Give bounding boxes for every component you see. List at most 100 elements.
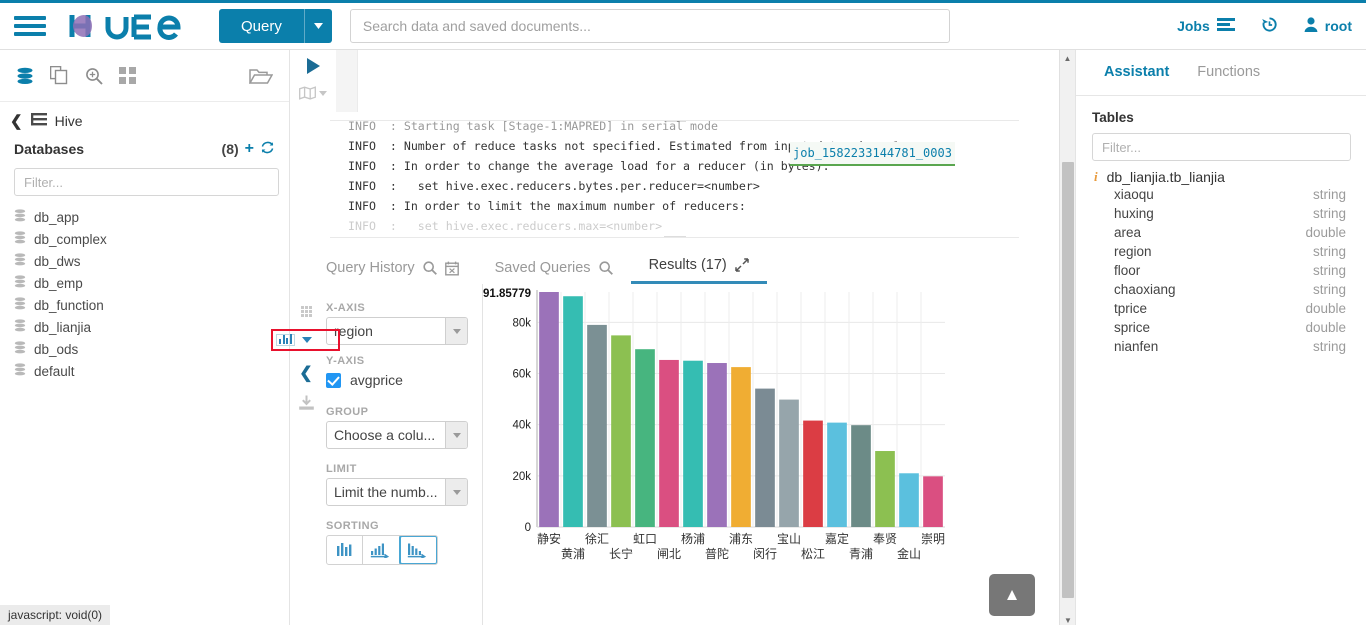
scroll-down-arrow-icon[interactable]: ▼ bbox=[1060, 612, 1076, 625]
column-row[interactable]: floor string bbox=[1092, 261, 1350, 280]
tab-results-label: Results (17) bbox=[648, 257, 727, 273]
log-resize-handle-bottom[interactable] bbox=[663, 236, 686, 237]
editor-vertical-scrollbar[interactable]: ▲ ▼ bbox=[1059, 50, 1075, 625]
collapse-left-icon[interactable]: ❮ bbox=[10, 112, 23, 130]
limit-value: Limit the numb... bbox=[334, 484, 438, 500]
database-icon[interactable] bbox=[16, 67, 34, 85]
svg-text:徐汇: 徐汇 bbox=[585, 531, 609, 546]
tab-query-history[interactable]: Query History bbox=[308, 260, 477, 284]
column-name: huxing bbox=[1114, 206, 1154, 221]
sort-ascending-icon[interactable] bbox=[363, 536, 400, 564]
query-button[interactable]: Query bbox=[219, 9, 304, 43]
database-filter-input[interactable] bbox=[14, 168, 279, 196]
x-axis-select[interactable]: region bbox=[326, 317, 468, 345]
column-name: region bbox=[1114, 244, 1152, 259]
jobs-link[interactable]: Jobs bbox=[1177, 17, 1235, 35]
jobs-label: Jobs bbox=[1177, 18, 1210, 34]
query-log-output[interactable]: INFO : Starting task [Stage-1:MAPRED] in… bbox=[330, 120, 1019, 238]
database-item[interactable]: db_ods bbox=[0, 338, 289, 360]
hue-logo[interactable] bbox=[64, 9, 189, 43]
documents-icon[interactable] bbox=[50, 66, 69, 85]
tab-results[interactable]: Results (17) bbox=[630, 257, 767, 284]
tables-filter-input[interactable] bbox=[1092, 133, 1351, 161]
query-button-group[interactable]: Query bbox=[219, 9, 332, 43]
column-row[interactable]: tprice double bbox=[1092, 299, 1350, 318]
column-row[interactable]: area double bbox=[1092, 223, 1350, 242]
search-zoom-icon[interactable] bbox=[85, 67, 103, 85]
database-item[interactable]: default bbox=[0, 360, 289, 382]
sorting-label: SORTING bbox=[326, 520, 379, 532]
add-database-icon[interactable]: + bbox=[245, 140, 254, 158]
svg-text:普陀: 普陀 bbox=[705, 546, 729, 561]
download-icon[interactable] bbox=[298, 395, 315, 414]
database-item[interactable]: db_complex bbox=[0, 228, 289, 250]
editor-center-pane: INFO : Starting task [Stage-1:MAPRED] in… bbox=[271, 50, 1059, 625]
column-row[interactable]: region string bbox=[1092, 242, 1350, 261]
sort-descending-icon[interactable] bbox=[398, 536, 437, 564]
calendar-clear-icon[interactable] bbox=[444, 261, 459, 276]
svg-text:奉贤: 奉贤 bbox=[873, 532, 897, 546]
column-row[interactable]: nianfen string bbox=[1092, 337, 1350, 356]
hamburger-menu-icon[interactable] bbox=[14, 14, 46, 38]
chevron-down-icon[interactable] bbox=[445, 318, 467, 344]
database-item[interactable]: db_lianjia bbox=[0, 316, 289, 338]
sort-none-icon[interactable] bbox=[327, 536, 364, 564]
search-icon[interactable] bbox=[598, 261, 613, 275]
open-folder-icon[interactable] bbox=[249, 66, 273, 86]
database-item-icon bbox=[14, 341, 26, 357]
left-assist-panel: ❮ Hive Databases (8) + Filter... db_app … bbox=[0, 50, 290, 625]
column-type: double bbox=[1305, 301, 1346, 316]
database-item-label: db_ods bbox=[34, 341, 79, 357]
y-axis-option[interactable]: avgprice bbox=[326, 372, 482, 388]
chevron-down-icon[interactable] bbox=[301, 337, 312, 343]
apps-grid-icon[interactable] bbox=[119, 67, 136, 84]
database-item-label: default bbox=[34, 363, 75, 379]
expand-icon[interactable] bbox=[734, 258, 749, 272]
tab-saved-queries[interactable]: Saved Queries bbox=[477, 260, 631, 284]
database-item[interactable]: db_function bbox=[0, 294, 289, 316]
back-to-top-button[interactable]: ▲ bbox=[989, 574, 1035, 616]
run-query-play-icon[interactable] bbox=[306, 58, 320, 74]
map-layout-icon[interactable] bbox=[299, 86, 327, 100]
column-type: string bbox=[1312, 263, 1346, 278]
collapse-chart-sidebar-icon[interactable]: ❮ bbox=[299, 363, 312, 383]
column-row[interactable]: chaoxiang string bbox=[1092, 280, 1350, 299]
chevron-down-icon[interactable] bbox=[445, 479, 467, 505]
results-tabs: Query History Saved Queries Results (17) bbox=[308, 252, 1059, 284]
tab-functions[interactable]: Functions bbox=[1185, 60, 1272, 95]
grid-view-icon[interactable] bbox=[300, 306, 312, 317]
limit-select[interactable]: Limit the numb... bbox=[326, 478, 468, 506]
user-menu[interactable]: root bbox=[1304, 17, 1352, 35]
database-item-icon bbox=[14, 275, 26, 291]
tab-assistant[interactable]: Assistant bbox=[1092, 60, 1181, 95]
database-item[interactable]: db_emp bbox=[0, 272, 289, 294]
database-item[interactable]: db_dws bbox=[0, 250, 289, 272]
info-icon[interactable]: i bbox=[1094, 169, 1098, 185]
svg-text:杨浦: 杨浦 bbox=[681, 531, 705, 546]
table-header-row[interactable]: i db_lianjia.tb_lianjia bbox=[1092, 169, 1350, 185]
y-axis-checkbox[interactable] bbox=[326, 372, 341, 388]
svg-text:40k: 40k bbox=[512, 420, 531, 432]
column-row[interactable]: sprice double bbox=[1092, 318, 1350, 337]
left-panel-icon-bar bbox=[0, 50, 289, 102]
database-item[interactable]: db_app bbox=[0, 206, 289, 228]
history-button[interactable] bbox=[1261, 16, 1278, 36]
editor-code-area[interactable] bbox=[358, 50, 1059, 112]
query-dropdown-caret-icon[interactable] bbox=[303, 9, 332, 43]
group-select[interactable]: Choose a colu... bbox=[326, 421, 468, 449]
chart-type-selector[interactable] bbox=[271, 329, 340, 351]
group-label: GROUP bbox=[326, 406, 369, 418]
editor-toolbar bbox=[290, 50, 1059, 112]
scroll-up-arrow-icon[interactable]: ▲ bbox=[1060, 50, 1075, 66]
search-icon[interactable] bbox=[423, 261, 437, 275]
chevron-down-icon[interactable] bbox=[445, 422, 467, 448]
column-row[interactable]: xiaoqu string bbox=[1092, 185, 1350, 204]
column-row[interactable]: huxing string bbox=[1092, 204, 1350, 223]
job-id-link[interactable]: job_1582233144781_0003 bbox=[790, 142, 955, 166]
database-item-icon bbox=[14, 363, 26, 379]
bar-chart[interactable]: 0 20k 40k 60k 80k 91.85779 静安 黄浦 徐汇 长宁 虹口 闸北 杨浦 普陀 浦东闵… bbox=[482, 284, 1059, 625]
scrollbar-thumb[interactable] bbox=[1062, 162, 1074, 598]
column-name: chaoxiang bbox=[1114, 282, 1176, 297]
refresh-icon[interactable] bbox=[260, 140, 275, 158]
search-input[interactable] bbox=[349, 9, 950, 43]
